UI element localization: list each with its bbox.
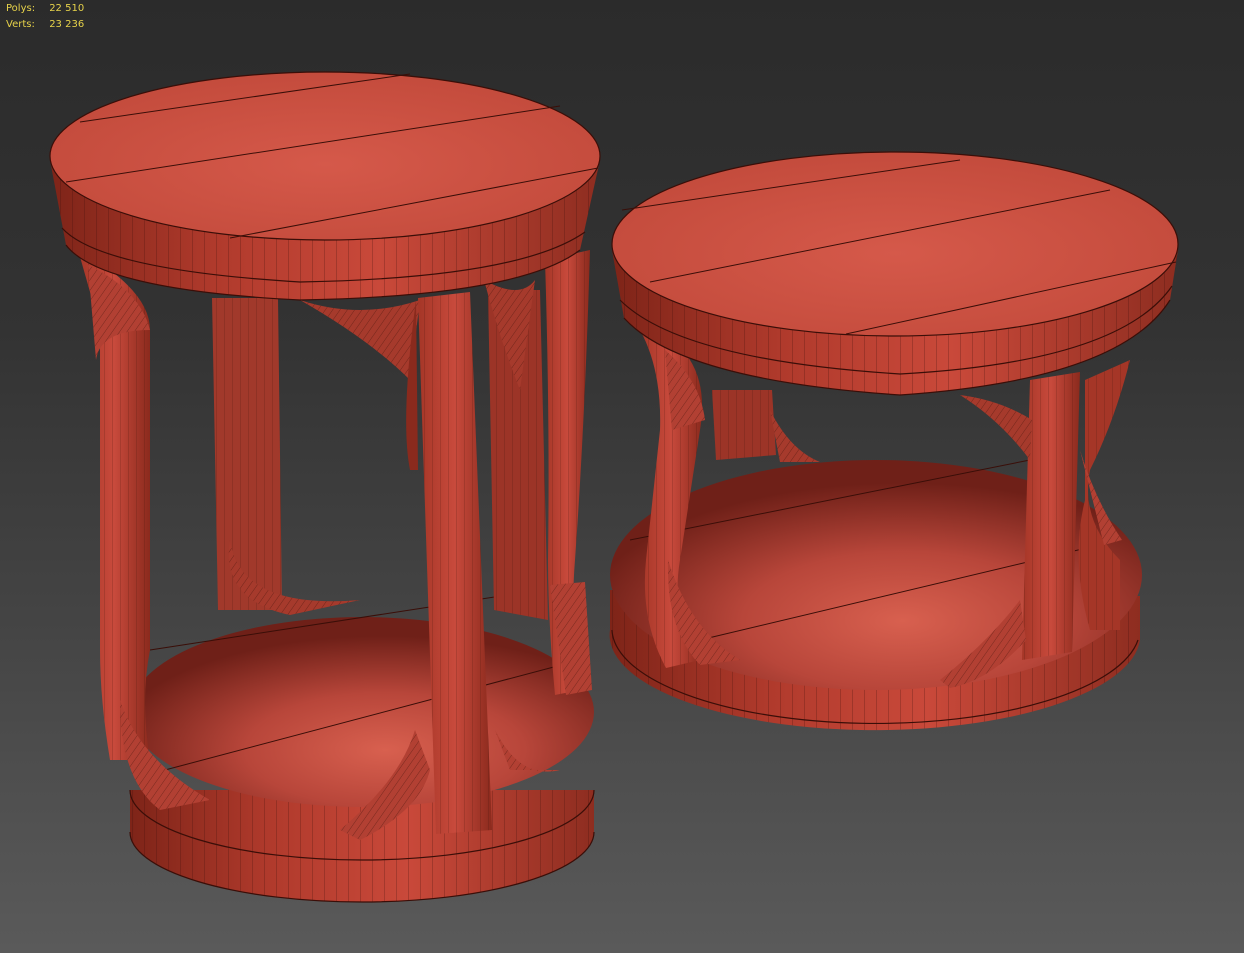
stool-tall[interactable] xyxy=(49,71,601,903)
stool-short[interactable] xyxy=(609,151,1179,731)
scene-render[interactable] xyxy=(0,0,1244,953)
3d-viewport[interactable]: Polys: 22 510 Verts: 23 236 xyxy=(0,0,1244,953)
short-top-surface xyxy=(611,151,1179,337)
tall-bottom-shelf xyxy=(130,617,594,807)
tall-top-surface xyxy=(49,71,601,241)
